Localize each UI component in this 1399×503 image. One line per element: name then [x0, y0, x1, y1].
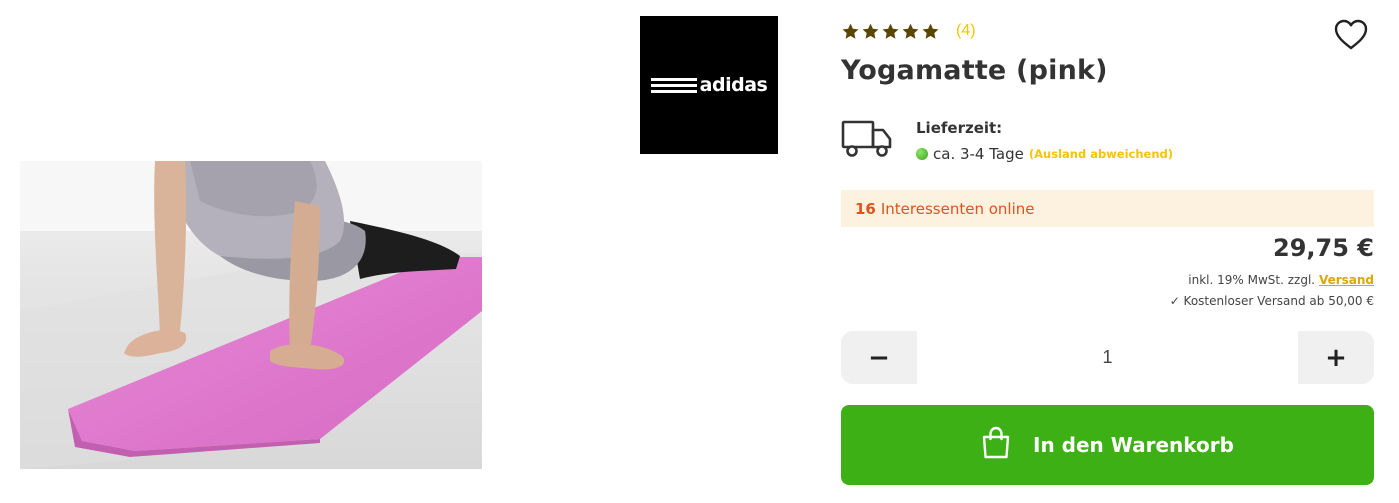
product-title: Yogamatte (pink) [841, 55, 1108, 86]
adidas-stripes-icon [650, 77, 697, 93]
delivery-note: (Ausland abweichend) [1028, 147, 1174, 161]
delivery-label: Lieferzeit: [916, 119, 1003, 137]
interest-banner: 16 Interessenten online [841, 190, 1374, 227]
add-to-cart-label: In den Warenkorb [1033, 433, 1234, 457]
quantity-input[interactable] [917, 331, 1298, 384]
interest-text: Interessenten online [880, 199, 1035, 218]
tax-info: inkl. 19% MwSt. zzgl. Versand [1188, 273, 1374, 287]
brand-logo[interactable]: adidas [640, 16, 778, 154]
star-rating [841, 22, 940, 41]
status-dot-icon [916, 148, 928, 160]
rating[interactable]: (4) [841, 20, 976, 42]
add-to-cart-button[interactable]: In den Warenkorb [841, 405, 1374, 485]
product-image[interactable] [20, 161, 482, 469]
free-shipping-note: ✓ Kostenloser Versand ab 50,00 € [1169, 294, 1374, 308]
star-icon [922, 23, 939, 39]
decrease-quantity-button[interactable]: − [841, 331, 917, 384]
brand-logo-text: adidas [699, 74, 768, 96]
quantity-stepper: − + [841, 331, 1374, 384]
star-icon [862, 23, 879, 39]
shopping-bag-icon [982, 426, 1010, 459]
yoga-photo [20, 161, 482, 469]
delivery-time: ca. 3-4 Tage [933, 145, 1024, 163]
price: 29,75 € [1273, 234, 1374, 262]
increase-quantity-button[interactable]: + [1298, 331, 1374, 384]
review-count-link[interactable]: (4) [956, 22, 976, 40]
heart-icon[interactable] [1333, 17, 1369, 53]
shipping-link[interactable]: Versand [1319, 273, 1374, 287]
star-icon [902, 23, 919, 39]
tax-text: inkl. 19% MwSt. zzgl. [1188, 273, 1316, 287]
interest-count: 16 [855, 199, 876, 218]
truck-icon [841, 120, 892, 157]
delivery-info: Lieferzeit: ca. 3-4 Tage (Ausland abweic… [841, 118, 1173, 163]
star-icon [882, 23, 899, 39]
star-icon [842, 23, 859, 39]
